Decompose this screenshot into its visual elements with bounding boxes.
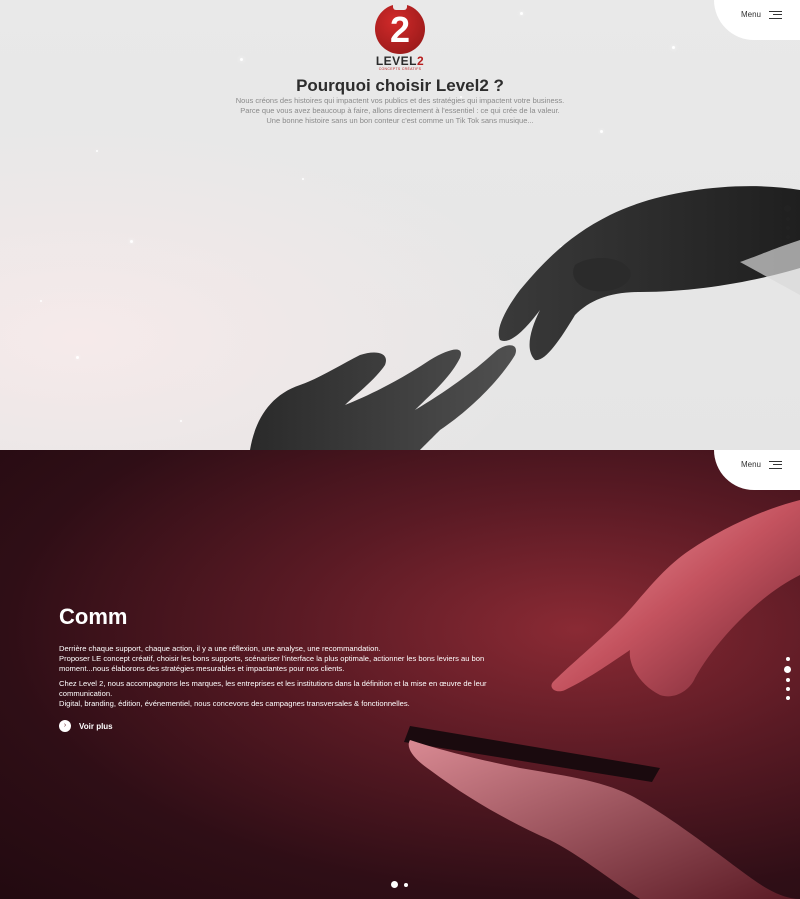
logo-tagline: CONCEPTS CRÉATIFS (378, 67, 422, 71)
menu-label: Menu (740, 10, 761, 19)
section-dot-4[interactable] (785, 687, 790, 691)
section-dot-4[interactable] (785, 235, 790, 239)
comm-title: Comm (59, 604, 128, 629)
comm-line: Digital, branding, édition, événementiel… (59, 699, 410, 708)
hero-title: Pourquoi choisir Level2 ? (296, 76, 504, 95)
logo-word-accent: 2 (416, 54, 425, 68)
slide-dot-1[interactable] (391, 881, 398, 888)
hero-description: Nous créons des histoires qui impactent … (0, 96, 800, 126)
section-dot-2[interactable] (784, 666, 791, 673)
comm-line: Derrière chaque support, chaque action, … (59, 644, 381, 653)
logo-word-main: LEVEL (375, 54, 417, 68)
logo-wordmark: LEVEL2 (373, 54, 427, 68)
hero-line: Nous créons des histoires qui impactent … (235, 96, 565, 105)
section-dot-3[interactable] (785, 678, 790, 682)
comm-line: Chez Level 2, nous accompagnons les marq… (59, 679, 487, 698)
section-pagination-light (784, 657, 791, 700)
hero-line: Une bonne histoire sans un bon conteur c… (266, 116, 534, 125)
slide-pagination (391, 881, 408, 888)
hero-line: Parce que vous avez beaucoup à faire, al… (240, 106, 560, 115)
comm-paragraph: Chez Level 2, nous accompagnons les marq… (59, 679, 499, 709)
hamburger-icon (769, 460, 782, 469)
level2-logo[interactable]: 2 LEVEL2 CONCEPTS CRÉATIFS (373, 2, 427, 71)
section-dot-1[interactable] (784, 205, 791, 212)
voir-plus-label: Voir plus (79, 721, 113, 731)
comm-description: Derrière chaque support, chaque action, … (59, 644, 499, 714)
comm-paragraph: Derrière chaque support, chaque action, … (59, 644, 499, 674)
section-dot-1[interactable] (785, 657, 790, 661)
section-pagination (784, 205, 791, 239)
comm-line: Proposer LE concept créatif, choisir les… (59, 654, 485, 673)
menu-label: Menu (740, 460, 761, 469)
menu-button[interactable]: Menu (741, 10, 782, 19)
section-dot-3[interactable] (785, 226, 790, 230)
hamburger-icon (769, 10, 782, 19)
section-dot-5[interactable] (785, 696, 790, 700)
voir-plus-button[interactable]: › Voir plus (59, 720, 113, 732)
hero-section: 2 LEVEL2 CONCEPTS CRÉATIFS Pourquoi choi… (0, 0, 800, 450)
menu-button-2[interactable]: Menu (741, 460, 782, 469)
slide-dot-2[interactable] (404, 882, 408, 887)
chevron-right-icon: › (59, 720, 71, 732)
logo-number: 2 (389, 9, 411, 50)
section-dot-2[interactable] (785, 217, 790, 221)
